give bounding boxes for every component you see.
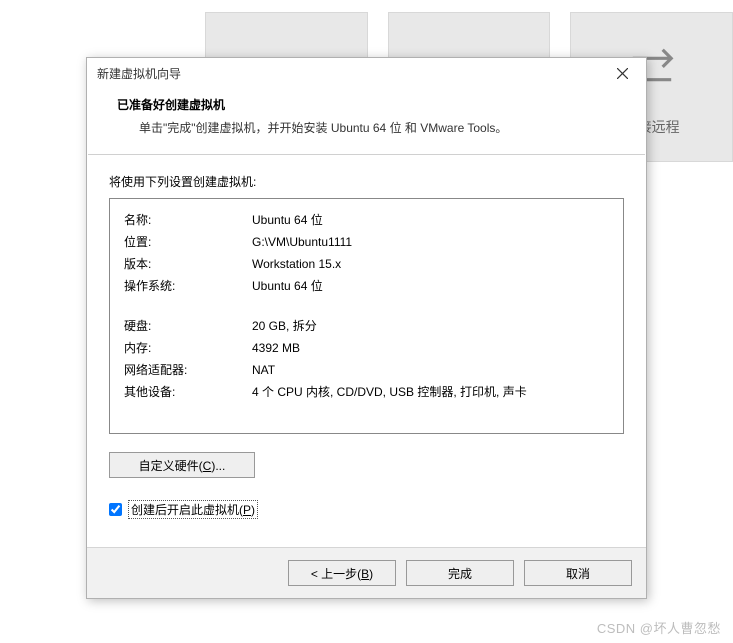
header-area: 已准备好创建虚拟机 单击"完成"创建虚拟机，并开始安装 Ubuntu 64 位 …: [87, 88, 646, 154]
row-name-v: Ubuntu 64 位: [252, 209, 609, 231]
row-mem-v: 4392 MB: [252, 337, 609, 359]
customize-hardware-button[interactable]: 自定义硬件(C)...: [109, 452, 255, 478]
finish-button[interactable]: 完成: [406, 560, 514, 586]
close-icon: [617, 68, 628, 79]
row-disk-v: 20 GB, 拆分: [252, 315, 609, 337]
power-on-checkbox[interactable]: [109, 503, 122, 516]
row-net-k: 网络适配器:: [124, 359, 252, 381]
cancel-button[interactable]: 取消: [524, 560, 632, 586]
settings-box: 名称:Ubuntu 64 位 位置:G:\VM\Ubuntu1111 版本:Wo…: [109, 198, 624, 434]
row-name-k: 名称:: [124, 209, 252, 231]
row-os-k: 操作系统:: [124, 275, 252, 297]
row-loc-k: 位置:: [124, 231, 252, 253]
row-disk-k: 硬盘:: [124, 315, 252, 337]
row-os-v: Ubuntu 64 位: [252, 275, 609, 297]
header-subtitle: 单击"完成"创建虚拟机，并开始安装 Ubuntu 64 位 和 VMware T…: [139, 119, 616, 136]
watermark: CSDN @坏人曹忽愁: [597, 618, 721, 637]
settings-label: 将使用下列设置创建虚拟机:: [109, 173, 624, 190]
row-net-v: NAT: [252, 359, 609, 381]
row-mem-k: 内存:: [124, 337, 252, 359]
close-button[interactable]: [604, 60, 640, 86]
power-on-label[interactable]: 创建后开启此虚拟机(P): [128, 500, 258, 519]
dialog-title: 新建虚拟机向导: [97, 65, 181, 82]
back-button[interactable]: < 上一步(B): [288, 560, 396, 586]
row-ver-k: 版本:: [124, 253, 252, 275]
body-area: 将使用下列设置创建虚拟机: 名称:Ubuntu 64 位 位置:G:\VM\Ub…: [87, 155, 646, 547]
wizard-dialog: 新建虚拟机向导 已准备好创建虚拟机 单击"完成"创建虚拟机，并开始安装 Ubun…: [86, 57, 647, 599]
row-loc-v: G:\VM\Ubuntu1111: [252, 231, 609, 253]
row-other-v: 4 个 CPU 内核, CD/DVD, USB 控制器, 打印机, 声卡: [252, 381, 609, 403]
row-other-k: 其他设备:: [124, 381, 252, 403]
row-ver-v: Workstation 15.x: [252, 253, 609, 275]
header-title: 已准备好创建虚拟机: [117, 96, 616, 113]
footer: < 上一步(B) 完成 取消: [87, 547, 646, 598]
titlebar: 新建虚拟机向导: [87, 58, 646, 88]
